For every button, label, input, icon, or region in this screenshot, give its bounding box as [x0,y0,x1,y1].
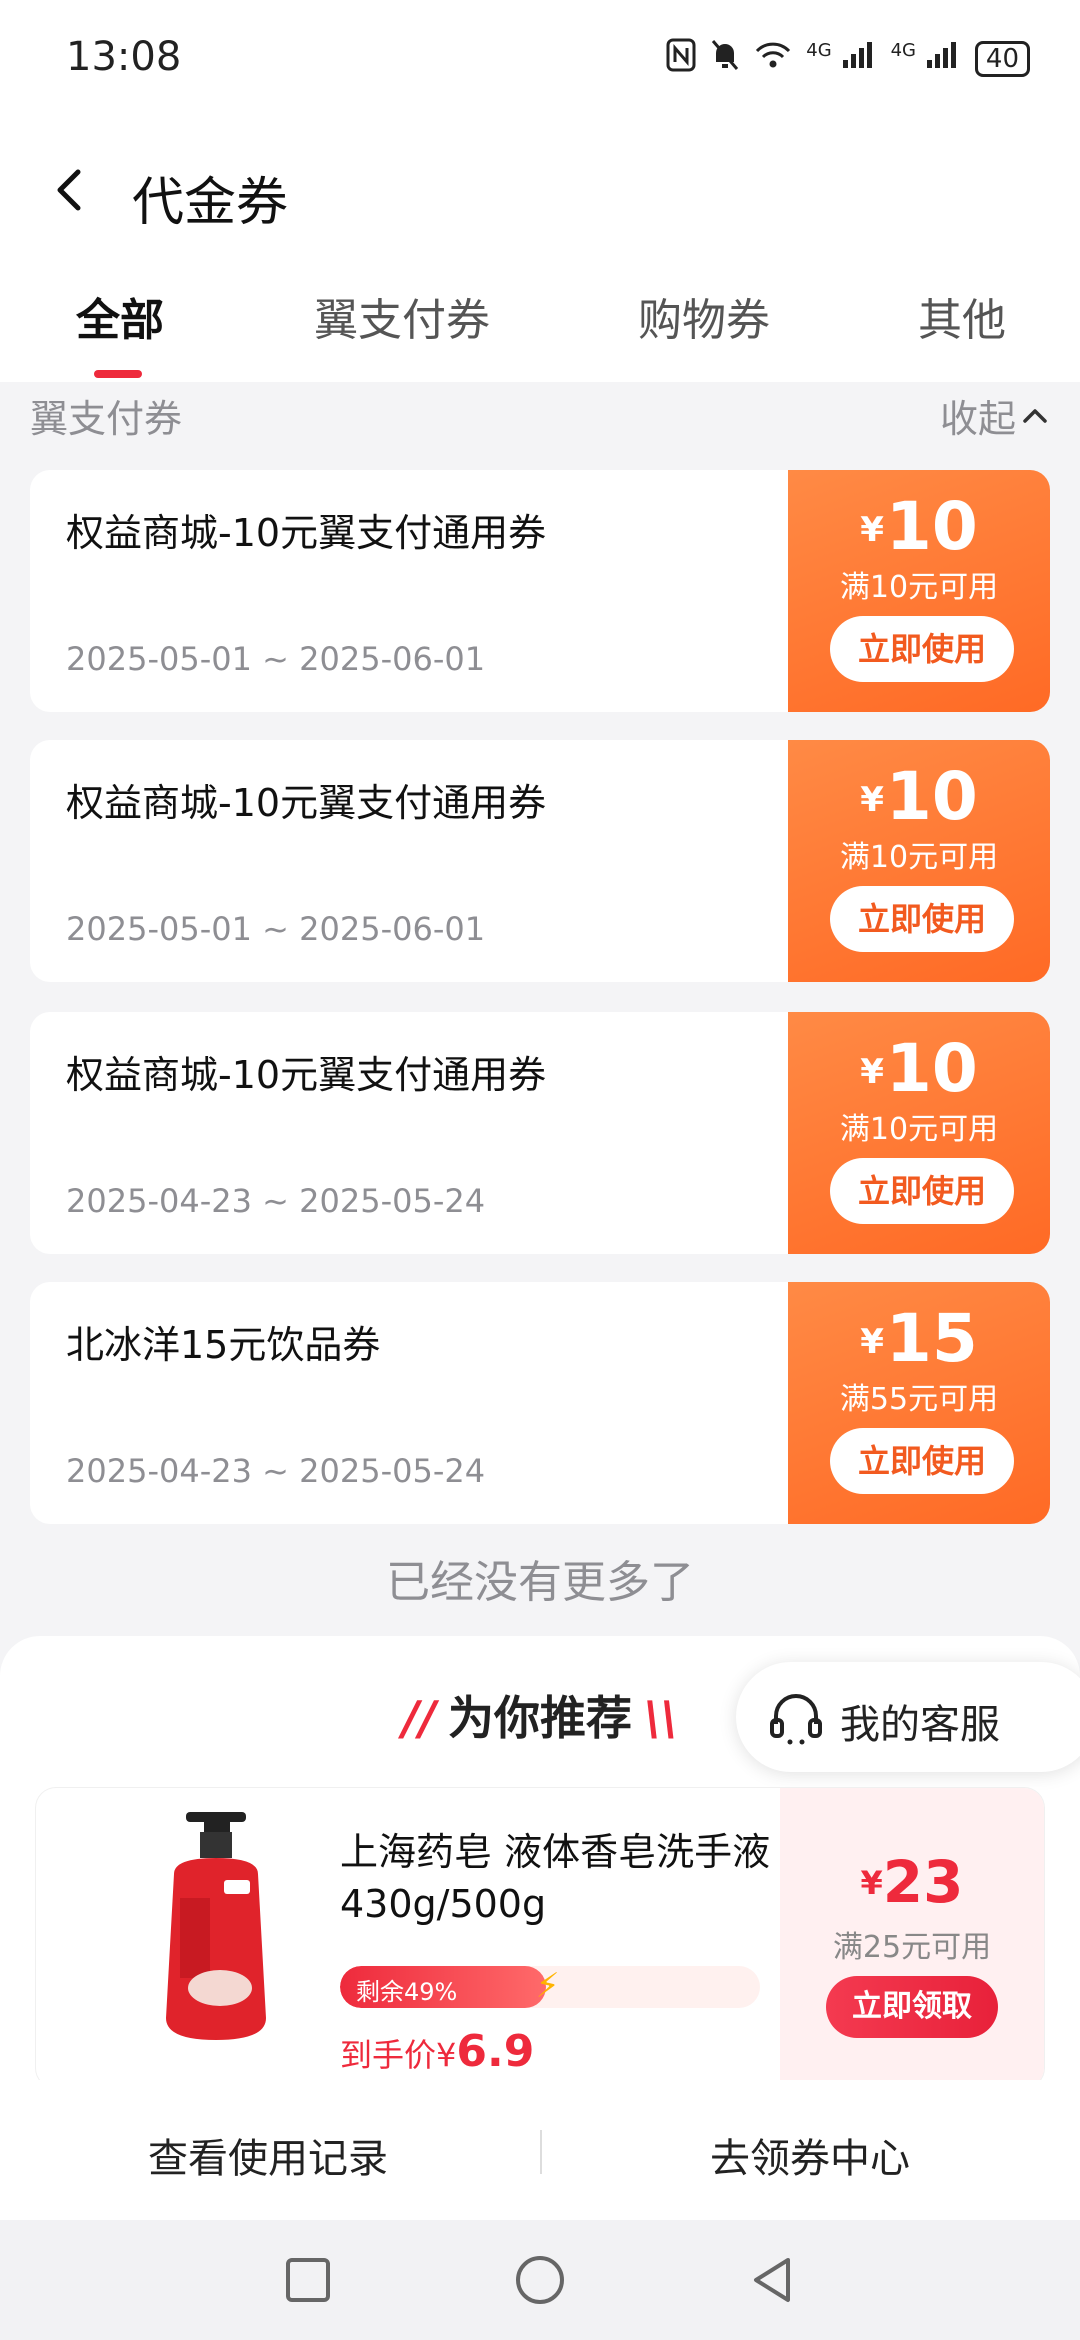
customer-service-button[interactable]: 我的客服 [736,1662,1080,1772]
coupon-card: 权益商城-10元翼支付通用券 2025-05-01 ~ 2025-06-01 ¥… [30,740,1050,982]
product-coupon-condition: 满25元可用 [832,1930,992,1965]
product-image [116,1808,316,2048]
back-arrow-icon[interactable] [40,150,100,230]
coupon-info: 权益商城-10元翼支付通用券 2025-04-23 ~ 2025-05-24 [30,1012,788,1254]
back-triangle-icon[interactable] [742,2250,802,2310]
status-time: 13:08 [66,34,182,80]
section-title: 翼支付券 [30,397,183,441]
wifi-icon [754,40,792,77]
coupon-name: 北冰洋15元饮品券 [66,1323,381,1367]
coupon-amount: ¥15 [860,1300,978,1377]
bottom-action-bar: 查看使用记录 去领券中心 [0,2080,1080,2220]
coupon-card: 权益商城-10元翼支付通用券 2025-05-01 ~ 2025-06-01 ¥… [30,470,1050,712]
product-title: 上海药皂 液体香皂洗手液430g/500g [340,1830,771,1926]
tab-bar: 全部 翼支付券 购物券 其他 [0,260,1080,382]
coupon-amount: ¥10 [860,758,978,835]
coupon-condition: 满10元可用 [839,840,999,875]
coupon-condition: 满10元可用 [839,570,999,605]
stock-progress-bar: 剩余49% ⚡ [340,1966,760,2008]
use-now-button[interactable]: 立即使用 [830,886,1014,952]
coupon-info: 权益商城-10元翼支付通用券 2025-05-01 ~ 2025-06-01 [30,470,788,712]
coupon-value-panel: ¥10 满10元可用 立即使用 [778,740,1050,982]
title-decoration: // [402,1691,436,1745]
coupon-amount: ¥10 [860,488,978,565]
tab-other[interactable]: 其他 [918,284,1006,348]
product-coupon-amount: ¥23 [860,1848,964,1916]
use-now-button[interactable]: 立即使用 [830,1428,1014,1494]
headset-icon [766,1688,826,1748]
title-decoration: \\ [644,1691,678,1745]
system-nav-bar [0,2220,1080,2340]
status-bar: 13:08 4G 4G 40 [0,0,1080,120]
end-of-list-text: 已经没有更多了 [386,1557,694,1608]
product-card[interactable]: 上海药皂 液体香皂洗手液430g/500g 剩余49% ⚡ 到手价¥6.9 ¥2… [36,1788,1044,2088]
coupon-name: 权益商城-10元翼支付通用券 [66,511,547,555]
coupon-name: 权益商城-10元翼支付通用券 [66,781,547,825]
chevron-up-icon [1023,408,1047,423]
view-usage-history-button[interactable]: 查看使用记录 [148,2126,388,2184]
use-now-button[interactable]: 立即使用 [830,616,1014,682]
status-icons: 4G 4G 40 [666,38,1030,79]
use-now-button[interactable]: 立即使用 [830,1158,1014,1224]
coupon-name: 权益商城-10元翼支付通用券 [66,1053,547,1097]
coupon-card: 权益商城-10元翼支付通用券 2025-04-23 ~ 2025-05-24 ¥… [30,1012,1050,1254]
bell-muted-icon [710,38,740,79]
stock-remaining-label: 剩余49% [356,1978,458,2006]
nfc-icon [666,38,696,79]
battery-indicator: 40 [974,40,1030,77]
header: 代金券 [0,120,1080,260]
product-coupon-panel: ¥23 满25元可用 立即领取 [780,1788,1044,2088]
coupon-validity: 2025-04-23 ~ 2025-05-24 [66,1452,486,1490]
coupon-amount: ¥10 [860,1030,978,1107]
signal-icon: 4G [891,40,961,77]
coupon-value-panel: ¥10 满10元可用 立即使用 [778,1012,1050,1254]
tab-all[interactable]: 全部 [76,284,164,348]
page-title: 代金券 [132,173,289,233]
active-tab-indicator [94,370,142,378]
coupon-info: 权益商城-10元翼支付通用券 2025-05-01 ~ 2025-06-01 [30,740,788,982]
recent-apps-icon[interactable] [278,2250,338,2310]
final-price: 到手价¥6.9 [340,2026,535,2077]
collapse-label: 收起 [939,397,1016,441]
coupon-condition: 满10元可用 [839,1112,999,1147]
coupon-condition: 满55元可用 [839,1382,999,1417]
coupon-center-button[interactable]: 去领券中心 [710,2126,910,2184]
collapse-button[interactable]: 收起 [940,388,1050,443]
coupon-validity: 2025-05-01 ~ 2025-06-01 [66,640,486,678]
coupon-value-panel: ¥10 满10元可用 立即使用 [778,470,1050,712]
coupon-value-panel: ¥15 满55元可用 立即使用 [778,1282,1050,1524]
coupon-card: 北冰洋15元饮品券 2025-04-23 ~ 2025-05-24 ¥15 满5… [30,1282,1050,1524]
home-icon[interactable] [510,2250,570,2310]
signal-icon: 4G [806,40,876,77]
coupon-validity: 2025-05-01 ~ 2025-06-01 [66,910,486,948]
lightning-icon: ⚡ [535,1966,560,2006]
claim-now-button[interactable]: 立即领取 [826,1976,998,2038]
coupon-validity: 2025-04-23 ~ 2025-05-24 [66,1182,486,1220]
tab-bestpay-coupons[interactable]: 翼支付券 [314,284,490,348]
customer-service-label: 我的客服 [840,1702,1000,1748]
tab-shopping-coupons[interactable]: 购物券 [638,284,770,348]
divider [540,2130,542,2174]
coupon-info: 北冰洋15元饮品券 2025-04-23 ~ 2025-05-24 [30,1282,788,1524]
